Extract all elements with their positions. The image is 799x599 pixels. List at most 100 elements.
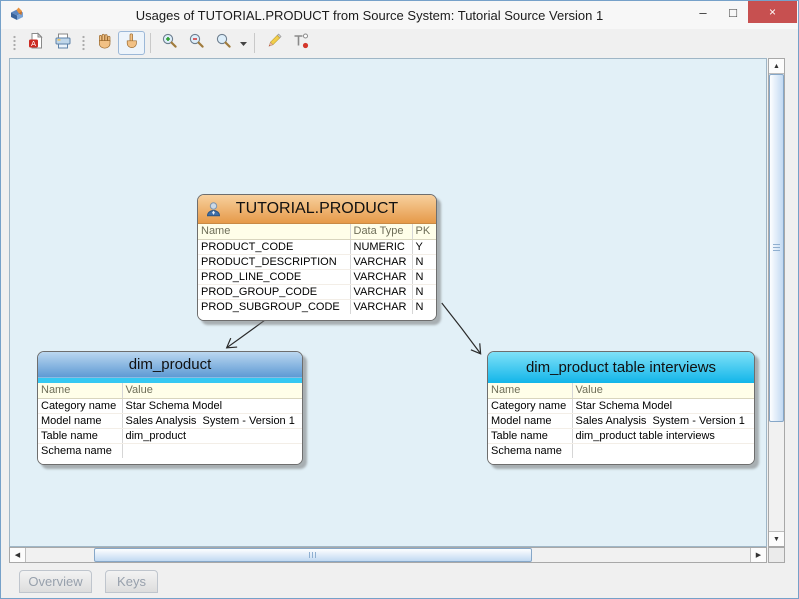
cell-pk: N: [412, 299, 437, 314]
vertical-scrollbar[interactable]: ▲ ▼: [768, 58, 785, 547]
scroll-down-button[interactable]: ▼: [769, 531, 784, 546]
column-header: Name: [488, 383, 572, 398]
cell-value: [122, 443, 302, 458]
table-row: PRODUCT_DESCRIPTION VARCHAR N: [198, 254, 437, 269]
scrollbar-corner: [768, 547, 785, 563]
horizontal-scrollbar[interactable]: ◀ ▶: [9, 547, 767, 563]
table-row: PROD_SUBGROUP_CODE VARCHAR N: [198, 299, 437, 314]
entity-footer: [38, 458, 302, 464]
magnifier-icon: [215, 32, 233, 55]
entity-title: dim_product table interviews: [526, 359, 716, 376]
cell-data-type: NUMERIC: [350, 239, 412, 254]
pointing-hand-icon: [123, 32, 141, 55]
vertical-scrollbar-thumb[interactable]: [769, 74, 784, 422]
pencil-icon: [265, 32, 283, 55]
tab-keys[interactable]: Keys: [105, 570, 158, 593]
pan-button[interactable]: [91, 31, 118, 55]
cell-name: Model name: [38, 413, 122, 428]
column-header: Value: [572, 383, 754, 398]
maximize-button[interactable]: □: [718, 1, 748, 23]
toolbar-grip: [81, 35, 86, 51]
toolbar-separator: [150, 33, 151, 53]
cell-name: PROD_LINE_CODE: [198, 269, 350, 284]
cell-pk: N: [412, 269, 437, 284]
table-row: Table name dim_product table interviews: [488, 428, 754, 443]
cell-value: dim_product table interviews: [572, 428, 754, 443]
zoom-out-icon: [188, 32, 206, 55]
minimize-button[interactable]: –: [688, 1, 718, 23]
title-bar: Usages of TUTORIAL.PRODUCT from Source S…: [1, 1, 798, 29]
cell-name: Model name: [488, 413, 572, 428]
cell-value: Sales Analysis System - Version 1: [572, 413, 754, 428]
column-header: Value: [122, 383, 302, 398]
cell-name: Schema name: [38, 443, 122, 458]
table-row: Category name Star Schema Model: [488, 398, 754, 413]
diagram-canvas[interactable]: TUTORIAL.PRODUCT Name Data Type PK PRODU…: [9, 58, 767, 547]
trace-icon: [292, 32, 310, 55]
cell-value: [572, 443, 754, 458]
zoom-in-button[interactable]: [156, 31, 183, 55]
cell-data-type: VARCHAR: [350, 299, 412, 314]
scroll-up-button[interactable]: ▲: [769, 59, 784, 74]
cell-name: Table name: [488, 428, 572, 443]
table-row: Schema name: [38, 443, 302, 458]
select-button[interactable]: [118, 31, 145, 55]
zoom-button[interactable]: [210, 31, 237, 55]
window-title: Usages of TUTORIAL.PRODUCT from Source S…: [61, 1, 678, 29]
edit-button[interactable]: [260, 31, 287, 55]
column-header: Name: [198, 224, 350, 239]
toolbar-separator: [254, 33, 255, 53]
cell-data-type: VARCHAR: [350, 269, 412, 284]
entity-dim-product-table-interviews[interactable]: dim_product table interviews Name Value …: [487, 351, 755, 465]
usage-properties-table: Name Value Category name Star Schema Mod…: [38, 383, 302, 458]
open-hand-icon: [96, 32, 114, 55]
cell-pk: N: [412, 284, 437, 299]
cell-name: Table name: [38, 428, 122, 443]
table-row: Category name Star Schema Model: [38, 398, 302, 413]
close-button[interactable]: ×: [748, 1, 797, 23]
cell-pk: Y: [412, 239, 437, 254]
source-columns-table: Name Data Type PK PRODUCT_CODE NUMERIC Y…: [198, 224, 437, 314]
table-row: Table name dim_product: [38, 428, 302, 443]
column-header: Data Type: [350, 224, 412, 239]
entity-header: dim_product: [38, 352, 302, 377]
svg-text:A: A: [30, 39, 35, 48]
tab-bar: Overview Keys: [1, 564, 798, 597]
entity-footer: [488, 458, 754, 464]
entity-dim-product[interactable]: dim_product Name Value Category name Sta…: [37, 351, 303, 465]
toolbar: A: [1, 29, 798, 57]
cell-value: Star Schema Model: [122, 398, 302, 413]
application-window: Usages of TUTORIAL.PRODUCT from Source S…: [0, 0, 799, 599]
entity-title: dim_product: [129, 356, 212, 373]
tab-overview[interactable]: Overview: [19, 570, 92, 593]
cell-value: Sales Analysis System - Version 1: [122, 413, 302, 428]
pdf-document-icon: A: [27, 32, 45, 55]
window-controls: – □ ×: [688, 1, 797, 23]
column-header: Name: [38, 383, 122, 398]
cell-name: PRODUCT_DESCRIPTION: [198, 254, 350, 269]
horizontal-scrollbar-thumb[interactable]: [94, 548, 532, 562]
scroll-right-button[interactable]: ▶: [750, 548, 766, 562]
entity-title: TUTORIAL.PRODUCT: [236, 200, 398, 218]
zoom-options-dropdown[interactable]: [237, 31, 249, 55]
cell-data-type: VARCHAR: [350, 284, 412, 299]
zoom-out-button[interactable]: [183, 31, 210, 55]
table-row: Model name Sales Analysis System - Versi…: [38, 413, 302, 428]
cell-name: Category name: [38, 398, 122, 413]
zoom-in-icon: [161, 32, 179, 55]
cell-value: dim_product: [122, 428, 302, 443]
table-row: PRODUCT_CODE NUMERIC Y: [198, 239, 437, 254]
cell-name: Schema name: [488, 443, 572, 458]
export-pdf-button[interactable]: A: [22, 31, 49, 55]
toolbar-grip: [12, 35, 17, 51]
entity-tutorial-product[interactable]: TUTORIAL.PRODUCT Name Data Type PK PRODU…: [197, 194, 437, 321]
print-button[interactable]: [49, 31, 76, 55]
usage-properties-table: Name Value Category name Star Schema Mod…: [488, 383, 754, 458]
cell-value: Star Schema Model: [572, 398, 754, 413]
cell-pk: N: [412, 254, 437, 269]
scroll-left-button[interactable]: ◀: [10, 548, 26, 562]
trace-button[interactable]: [287, 31, 314, 55]
dropdown-arrow-icon: [239, 34, 248, 52]
cell-name: PRODUCT_CODE: [198, 239, 350, 254]
person-icon: [205, 201, 222, 223]
